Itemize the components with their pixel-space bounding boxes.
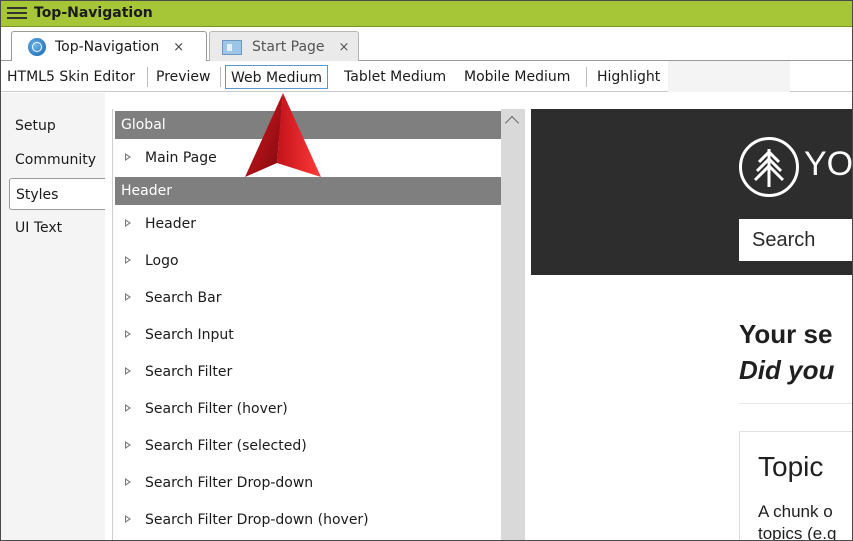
chevron-right-icon: [125, 367, 131, 375]
preview-topic-title: Topic: [758, 451, 824, 482]
list-item[interactable]: Search Filter (selected): [125, 434, 307, 458]
document-tab-strip: Top-Navigation × Start Page ×: [1, 27, 852, 62]
preview-divider: [739, 403, 852, 404]
preview-button[interactable]: Preview: [156, 65, 211, 89]
toolbar-empty-area: [668, 61, 790, 92]
close-icon[interactable]: ×: [173, 40, 184, 55]
chevron-right-icon: [125, 515, 131, 523]
preview-topic-body-line: A chunk o: [758, 502, 833, 521]
tab-start-page[interactable]: Start Page ×: [209, 31, 359, 62]
html5-skin-editor-button[interactable]: HTML5 Skin Editor: [7, 65, 135, 89]
start-page-icon: [222, 39, 242, 55]
application-window: Top-Navigation Top-Navigation × Start Pa…: [0, 0, 853, 541]
list-item[interactable]: Main Page: [125, 146, 217, 170]
preview-did-you-mean: Did you: [739, 355, 835, 385]
list-item[interactable]: Logo: [125, 249, 179, 273]
preview-topic-body-line: topics (e.g: [758, 524, 837, 541]
tab-label: Top-Navigation: [55, 39, 160, 55]
close-icon[interactable]: ×: [339, 40, 350, 55]
chevron-right-icon: [125, 441, 131, 449]
sidetab-setup[interactable]: Setup: [9, 110, 105, 142]
list-item[interactable]: Search Input: [125, 323, 234, 347]
tablet-medium-button[interactable]: Tablet Medium: [344, 65, 446, 89]
window-title: Top-Navigation: [34, 5, 153, 21]
hamburger-menu-icon[interactable]: [7, 7, 27, 21]
toolbar-divider: [147, 67, 148, 87]
chevron-right-icon: [125, 256, 131, 264]
title-bar: Top-Navigation: [1, 1, 852, 27]
chevron-right-icon: [125, 153, 131, 161]
preview-header: YO Search: [531, 109, 853, 275]
tab-top-navigation[interactable]: Top-Navigation ×: [11, 31, 207, 62]
highlight-button[interactable]: Highlight: [597, 65, 660, 89]
sidetab-styles[interactable]: Styles: [9, 178, 105, 210]
preview-topic-body: A chunk o topics (e.g: [758, 501, 837, 541]
list-item[interactable]: Search Filter Drop-down (hover): [125, 508, 369, 532]
category-tabs: Setup Community Styles UI Text: [1, 93, 105, 540]
scroll-up-icon[interactable]: [504, 115, 520, 131]
style-list-scrollbar[interactable]: [501, 109, 525, 540]
sidetab-community[interactable]: Community: [9, 144, 105, 176]
globe-icon: [28, 38, 46, 56]
tree-logo-icon: [739, 137, 799, 197]
chevron-right-icon: [125, 330, 131, 338]
list-item[interactable]: Search Filter: [125, 360, 232, 384]
chevron-right-icon: [125, 219, 131, 227]
mobile-medium-button[interactable]: Mobile Medium: [464, 65, 570, 89]
web-preview-pane: YO Search Your se Did you Topic A chunk …: [531, 109, 853, 541]
chevron-right-icon: [125, 478, 131, 486]
toolbar-divider: [220, 67, 221, 87]
toolbar-divider: [586, 67, 587, 87]
tab-label: Start Page: [252, 39, 325, 55]
preview-results-heading: Your se: [739, 319, 833, 349]
red-arrow-pointer: [245, 93, 321, 177]
list-item[interactable]: Header: [125, 212, 196, 236]
preview-search-input[interactable]: Search: [739, 219, 852, 261]
preview-logo-text: YO: [804, 145, 853, 183]
chevron-right-icon: [125, 404, 131, 412]
list-item[interactable]: Search Bar: [125, 286, 222, 310]
chevron-right-icon: [125, 293, 131, 301]
web-medium-button[interactable]: Web Medium: [225, 65, 328, 89]
list-item[interactable]: Search Filter Drop-down: [125, 471, 313, 495]
sidetab-ui-text[interactable]: UI Text: [9, 212, 105, 244]
list-item[interactable]: Search Filter (hover): [125, 397, 288, 421]
editor-toolbar: HTML5 Skin Editor Preview Web Medium Tab…: [1, 61, 852, 92]
